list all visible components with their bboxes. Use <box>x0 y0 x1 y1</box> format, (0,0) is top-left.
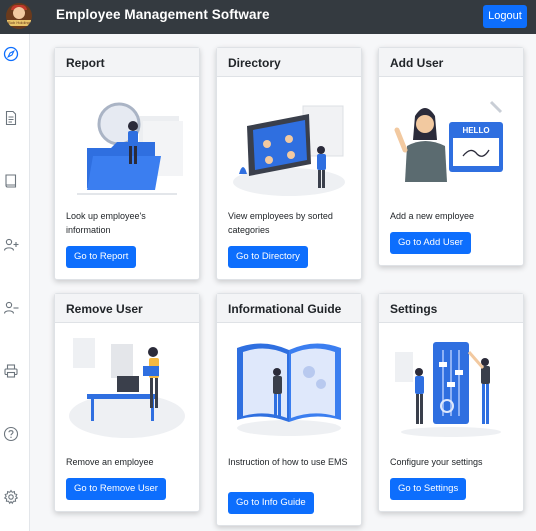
card-description: Configure your settings <box>390 457 483 467</box>
question-circle-icon[interactable] <box>3 426 19 442</box>
go-to-report-button[interactable]: Go to Report <box>66 246 137 268</box>
remove-user-card: Remove User Remove an employee Go to Rem… <box>54 293 200 512</box>
go-to-directory-button[interactable]: Go to Directory <box>228 246 308 268</box>
card-title: Settings <box>379 294 523 323</box>
gear-icon[interactable] <box>3 489 19 505</box>
add-user-card: Add User HELLO Add a new employee Go to … <box>378 47 524 266</box>
settings-sliders-illustration <box>395 342 501 437</box>
go-to-add-user-button[interactable]: Go to Add User <box>390 232 471 254</box>
person-dash-icon[interactable] <box>3 300 19 316</box>
informational-guide-card: Informational Guide Instruction of how t… <box>216 293 362 526</box>
card-title: Remove User <box>55 294 199 323</box>
directory-card: Directory View employees by sorted categ… <box>216 47 362 280</box>
card-title: Informational Guide <box>217 294 361 323</box>
card-title: Report <box>55 48 199 77</box>
report-card: Report Look up employee's information Go… <box>54 47 200 280</box>
company-logo[interactable]: Bob Holding <box>6 3 32 29</box>
card-description: View employees by sorted categories <box>228 211 333 235</box>
app-title: Employee Management Software <box>56 7 270 22</box>
file-text-icon[interactable] <box>3 110 19 126</box>
open-book-illustration <box>237 343 341 436</box>
person-plus-icon[interactable] <box>3 237 19 253</box>
card-description: Instruction of how to use EMS <box>228 457 348 467</box>
card-title: Directory <box>217 48 361 77</box>
go-to-settings-button[interactable]: Go to Settings <box>390 478 467 500</box>
card-title: Add User <box>379 48 523 77</box>
video-directory-illustration <box>233 105 345 196</box>
printer-icon[interactable] <box>3 363 19 379</box>
card-description: Remove an employee <box>66 457 154 467</box>
top-navbar: Bob Holding Employee Management Software… <box>0 0 536 34</box>
settings-card: Settings Configure your settings Go to S… <box>378 293 524 512</box>
compass-icon[interactable] <box>3 46 19 62</box>
office-desk-illustration <box>69 338 185 438</box>
folder-search-illustration <box>77 102 183 195</box>
go-to-remove-user-button[interactable]: Go to Remove User <box>66 478 166 500</box>
book-icon[interactable] <box>3 173 19 189</box>
hello-badge-text: HELLO <box>462 126 489 135</box>
card-description: Add a new employee <box>390 211 475 221</box>
hello-badge-illustration: HELLO <box>394 100 503 182</box>
sidebar <box>0 34 30 531</box>
go-to-info-guide-button[interactable]: Go to Info Guide <box>228 492 314 514</box>
card-description: Look up employee's information <box>66 211 146 235</box>
logout-button[interactable]: Logout <box>483 5 527 28</box>
